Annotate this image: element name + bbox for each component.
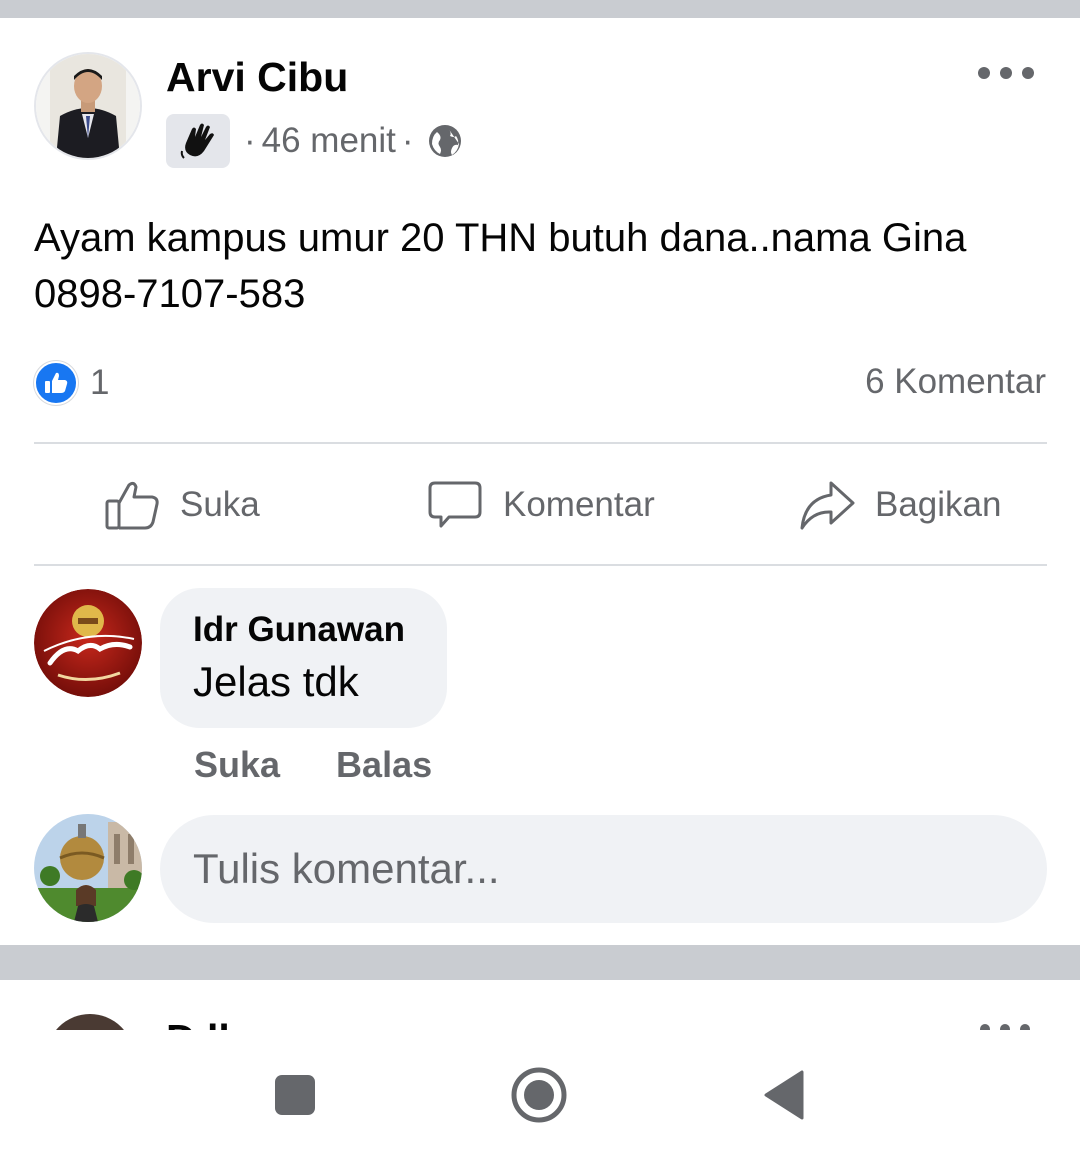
comment-input[interactable] [193, 845, 1047, 893]
comment-icon [428, 481, 482, 528]
meta-separator: · [244, 121, 256, 160]
more-options-icon[interactable] [978, 58, 1034, 88]
divider [34, 442, 1047, 444]
back-triangle-icon [764, 1070, 804, 1120]
square-icon [275, 1075, 315, 1115]
comment-input-container[interactable] [160, 815, 1047, 923]
like-button-label: Suka [180, 485, 260, 524]
post-separator [0, 945, 1080, 980]
current-user-photo [34, 814, 142, 922]
like-reaction-icon [34, 361, 78, 405]
divider-2 [34, 564, 1047, 566]
comment-reply-button[interactable]: Balas [336, 744, 432, 786]
next-post-avatar[interactable] [46, 1014, 134, 1030]
back-button[interactable] [764, 1070, 804, 1120]
comment-author[interactable]: Idr Gunawan [193, 608, 414, 652]
commenter-logo [34, 589, 142, 697]
comment-actions: Suka Balas [194, 744, 432, 786]
waving-hand-icon[interactable] [166, 114, 230, 168]
thumbs-up-icon [105, 481, 159, 530]
comment-count[interactable]: 6 Komentar [865, 362, 1046, 402]
comment-button[interactable]: Komentar [427, 470, 655, 540]
comment-button-label: Komentar [503, 485, 655, 524]
share-button-label: Bagikan [875, 485, 1002, 524]
reaction-count: 1 [90, 363, 110, 402]
next-post-author[interactable]: D ll [166, 1016, 230, 1030]
comment-text: Jelas tdk [193, 658, 359, 705]
meta-separator-2: · [401, 121, 414, 160]
commenter-avatar[interactable] [34, 589, 142, 697]
post-time[interactable]: 46 menit [262, 121, 396, 161]
reactions-summary[interactable]: 1 [34, 360, 109, 406]
post-meta: · 46 menit · [166, 114, 462, 168]
author-avatar[interactable] [34, 52, 142, 160]
comment-bubble[interactable]: Idr Gunawan Jelas tdk [160, 588, 447, 728]
current-user-avatar[interactable] [34, 814, 142, 922]
like-button[interactable]: Suka [104, 470, 260, 540]
post-text: Ayam kampus umur 20 THN butuh dana..nama… [34, 216, 967, 316]
top-separator [0, 0, 1080, 18]
recent-apps-button[interactable] [274, 1074, 316, 1116]
share-icon [800, 481, 855, 530]
post-author-name[interactable]: Arvi Cibu [166, 54, 348, 101]
author-photo [36, 54, 140, 158]
globe-icon [428, 124, 462, 158]
home-button[interactable] [510, 1066, 568, 1124]
system-navigation-bar [0, 1030, 1080, 1160]
home-circle-icon [511, 1067, 567, 1123]
next-post-peek: D ll [0, 980, 1080, 1030]
comment-like-button[interactable]: Suka [194, 744, 280, 786]
share-button[interactable]: Bagikan [799, 470, 1001, 540]
